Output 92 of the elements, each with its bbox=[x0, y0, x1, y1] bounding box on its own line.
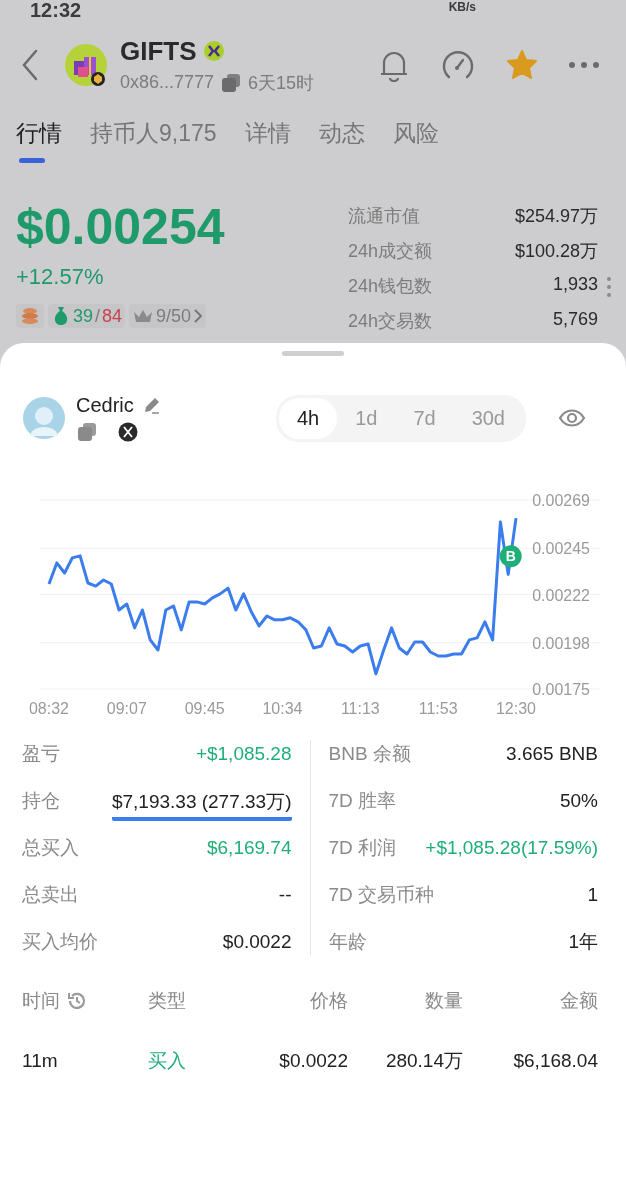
tab[interactable]: 持币人9,175 bbox=[90, 118, 217, 148]
y-axis-label: 0.00198 bbox=[532, 634, 590, 652]
tab[interactable]: 风险 bbox=[392, 118, 439, 148]
stat-value: $0.0022 bbox=[222, 930, 292, 953]
star-icon[interactable] bbox=[506, 49, 538, 81]
stat-value: 5,769 bbox=[552, 309, 598, 331]
win-count: 39 bbox=[73, 305, 94, 327]
annotation: B bbox=[505, 548, 516, 565]
x-axis-label: 08:32 bbox=[29, 700, 69, 717]
y-axis-label: 0.00269 bbox=[532, 492, 590, 509]
stat-label: 7D 胜率 bbox=[328, 788, 397, 813]
token-price: $0.00254 bbox=[16, 200, 225, 254]
tab-indicator bbox=[19, 158, 45, 163]
vertical-more-icon[interactable] bbox=[606, 276, 612, 298]
coins-icon bbox=[19, 305, 41, 327]
stat-label: 总买入 bbox=[22, 835, 79, 860]
stat-label: 24h钱包数 bbox=[348, 275, 433, 298]
avatar-icon bbox=[22, 396, 66, 440]
tab[interactable]: 行情 bbox=[16, 118, 62, 148]
price-change: +12.57% bbox=[16, 264, 105, 290]
copy-icon[interactable] bbox=[220, 71, 243, 94]
contract-address: 0x86...7777 bbox=[120, 72, 215, 93]
rank-text: 9/50 bbox=[156, 305, 192, 327]
y-axis-label: 0.00245 bbox=[532, 540, 590, 558]
separator: / bbox=[95, 305, 101, 327]
history-icon[interactable] bbox=[66, 990, 88, 1012]
column-header: 类型 bbox=[148, 989, 186, 1013]
trader-name: Cedric bbox=[76, 393, 134, 417]
timeframe-tab[interactable]: 30d bbox=[453, 397, 523, 439]
timeframe-tab[interactable]: 7d bbox=[395, 397, 454, 439]
buy-marker[interactable]: B bbox=[499, 545, 522, 568]
stat-value: +$1,085.28 bbox=[195, 742, 292, 765]
chip[interactable]: 39/84 bbox=[48, 304, 126, 328]
stat-label: 7D 利润 bbox=[328, 835, 397, 860]
badge-icon bbox=[202, 40, 225, 62]
token-name: GIFTS bbox=[120, 35, 197, 67]
stat-value: 1年 bbox=[568, 929, 598, 954]
stat-value: +$1,085.28(17.59%) bbox=[425, 836, 598, 859]
gift-box-icon bbox=[64, 43, 108, 87]
stat-label: 24h成交额 bbox=[348, 240, 433, 263]
stat-value: 50% bbox=[559, 789, 598, 812]
stat-value: -- bbox=[278, 883, 292, 906]
stat-label: 流通市值 bbox=[348, 205, 420, 228]
y-axis-label: 0.00175 bbox=[532, 681, 590, 698]
table-cell-text: 买入 bbox=[148, 1049, 186, 1073]
x-axis-label: 12:30 bbox=[496, 700, 536, 717]
network-speed: KB/s bbox=[448, 0, 476, 14]
stat-label: 年龄 bbox=[328, 929, 367, 954]
x-axis-label: 10:34 bbox=[262, 700, 303, 717]
x-axis-label: 09:07 bbox=[106, 700, 147, 717]
stat-value: $254.97万 bbox=[514, 205, 598, 228]
loss-count: 84 bbox=[102, 305, 123, 327]
stat-label: 盈亏 bbox=[22, 741, 60, 766]
circle-x-icon[interactable] bbox=[118, 421, 138, 442]
timeframe-tab[interactable]: 1d bbox=[337, 397, 396, 439]
token-age: 6天15时 bbox=[248, 71, 315, 95]
stat-value: 1 bbox=[587, 883, 598, 906]
column-header: 数量 bbox=[425, 989, 463, 1013]
table-cell: $0.0022 bbox=[279, 1050, 348, 1072]
stat-value: 3.665 BNB bbox=[506, 742, 598, 765]
stat-value: 1,933 bbox=[552, 274, 598, 296]
table-cell-text: 280.14万 bbox=[385, 1049, 463, 1073]
stat-label: 24h交易数 bbox=[348, 310, 433, 333]
tab[interactable]: 动态 bbox=[318, 118, 365, 148]
x-axis-label: 11:53 bbox=[418, 700, 458, 717]
timeframe-tab[interactable]: 4h bbox=[278, 397, 338, 439]
stat-value: $7,193.33 (277.33万) bbox=[111, 788, 292, 821]
y-axis-label: 0.00222 bbox=[532, 586, 590, 604]
chip[interactable] bbox=[16, 304, 44, 328]
more-icon[interactable] bbox=[568, 60, 600, 70]
eye-icon[interactable] bbox=[558, 407, 586, 429]
stat-label: 持仓 bbox=[22, 788, 60, 813]
column-header: 时间 bbox=[22, 989, 60, 1013]
chevron-right-icon bbox=[193, 308, 204, 324]
tab[interactable]: 详情 bbox=[244, 118, 291, 148]
table-cell: $6,168.04 bbox=[513, 1050, 598, 1072]
copy-icon[interactable] bbox=[76, 420, 98, 443]
drag-handle[interactable] bbox=[282, 351, 344, 356]
stat-label: 7D 交易币种 bbox=[328, 882, 435, 907]
x-axis-label: 11:13 bbox=[340, 700, 380, 717]
chip[interactable]: 9/50 bbox=[129, 304, 207, 328]
stat-label: 买入均价 bbox=[22, 929, 98, 954]
stat-value: $6,169.74 bbox=[206, 836, 292, 859]
column-header: 金额 bbox=[560, 989, 598, 1013]
status-time: 12:32 bbox=[30, 0, 82, 20]
stat-value: $100.28万 bbox=[514, 240, 598, 263]
stat-label: BNB 余额 bbox=[328, 741, 411, 766]
x-axis-label: 09:45 bbox=[184, 700, 225, 717]
stat-label: 总卖出 bbox=[22, 882, 79, 907]
table-cell: 11m bbox=[22, 1050, 58, 1072]
back-icon[interactable] bbox=[20, 49, 40, 81]
column-header: 价格 bbox=[310, 989, 348, 1013]
